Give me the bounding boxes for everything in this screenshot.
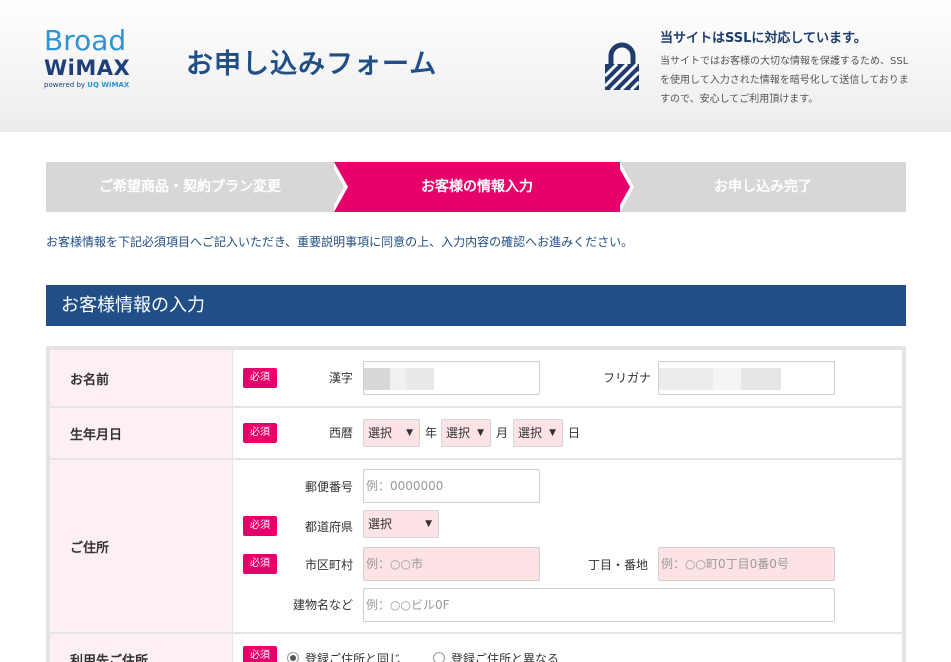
dropdown-arrow-icon: ▼ (425, 519, 432, 529)
name-kana-input[interactable] (658, 361, 835, 395)
ssl-description: 当サイトではお客様の大切な情報を保護するため、SSLを使用して入力された情報を暗… (660, 56, 909, 105)
city-placeholder: 例：○○市 (366, 557, 423, 571)
redacted-text (390, 368, 406, 390)
step-label: ご希望商品・契約プラン変更 (99, 179, 281, 195)
era-label: 西暦 (328, 426, 353, 440)
select-value: 選択 (518, 426, 543, 440)
site-header: Broad WiMAX powered by UQ WiMAX お申し込みフォー… (0, 0, 951, 132)
postal-label: 郵便番号 (304, 480, 353, 494)
lock-icon (603, 42, 641, 92)
progress-steps: ご希望商品・契約プラン変更 お客様の情報入力 お申し込み完了 (46, 162, 906, 212)
radio-label-same[interactable]: 登録ご住所と同じ (305, 650, 401, 662)
step-arrow (616, 162, 630, 212)
kanji-label: 漢字 (328, 371, 353, 385)
kana-label: フリガナ (602, 371, 651, 385)
logo-powered-text: powered by (44, 81, 86, 89)
step-complete: お申し込み完了 (620, 162, 906, 212)
step-plan-change: ご希望商品・契約プラン変更 (46, 162, 334, 212)
step-customer-info: お客様の情報入力 (334, 162, 620, 212)
redacted-text (741, 368, 781, 390)
row-body-birthdate: 必須 西暦 選択 ▼ 年 選択 ▼ 月 選択 ▼ 日 (233, 408, 902, 458)
city-label: 市区町村 (304, 558, 353, 572)
broad-wimax-logo[interactable]: Broad WiMAX powered by UQ WiMAX (44, 26, 154, 98)
step-arrow (330, 162, 344, 212)
row-head-address: ご住所 (50, 460, 232, 632)
dropdown-arrow-icon: ▼ (477, 428, 484, 438)
form-row-birthdate: 生年月日 必須 西暦 選択 ▼ 年 選択 ▼ 月 選択 ▼ 日 (50, 408, 902, 458)
row-body-address: 郵便番号 例：0000000 必須 都道府県 選択 ▼ 必須 市区町村 例：○○… (233, 460, 902, 632)
birth-day-select[interactable]: 選択 ▼ (513, 419, 563, 447)
building-placeholder: 例：○○ビル0F (366, 598, 450, 612)
section-title: お客様情報の入力 (46, 285, 906, 326)
year-unit: 年 (425, 426, 438, 440)
row-body-use-address: 必須 登録ご住所と同じ 登録ご住所と異なる (233, 634, 902, 662)
form-row-name: お名前 必須 漢字 フリガナ (50, 350, 902, 406)
month-unit: 月 (496, 426, 509, 440)
row-head-use-address: 利用先ご住所 (50, 634, 232, 662)
block-input[interactable]: 例：○○町0丁目0番0号 (658, 547, 835, 581)
page-title: お申し込みフォーム (186, 49, 438, 80)
logo-wimax-text: WiMAX (44, 56, 131, 80)
prefecture-select[interactable]: 選択 ▼ (363, 510, 439, 538)
step-label: お客様の情報入力 (421, 179, 533, 195)
redacted-text (364, 368, 390, 390)
redacted-text (406, 368, 434, 390)
day-unit: 日 (568, 426, 581, 440)
logo-powered-brand: UQ WiMAX (87, 81, 130, 89)
row-head-birthdate: 生年月日 (50, 408, 232, 458)
postal-code-input[interactable]: 例：0000000 (363, 469, 540, 503)
redacted-text (659, 368, 713, 390)
radio-label-different[interactable]: 登録ご住所と異なる (451, 650, 559, 662)
postal-placeholder: 例：0000000 (366, 479, 444, 493)
row-head-name: お名前 (50, 350, 232, 406)
radio-same-address[interactable] (287, 652, 299, 662)
form-row-use-address: 利用先ご住所 必須 登録ご住所と同じ 登録ご住所と異なる (50, 634, 902, 662)
prefecture-label: 都道府県 (304, 520, 353, 534)
required-badge: 必須 (243, 368, 277, 388)
logo-powered-by: powered by UQ WiMAX (44, 81, 154, 89)
select-value: 選択 (368, 517, 393, 531)
dropdown-arrow-icon: ▼ (549, 428, 556, 438)
building-label: 建物名など (292, 598, 353, 612)
select-value: 選択 (368, 426, 393, 440)
building-input[interactable]: 例：○○ビル0F (363, 588, 835, 622)
name-kanji-input[interactable] (363, 361, 540, 395)
dropdown-arrow-icon: ▼ (406, 428, 413, 438)
customer-form: お名前 必須 漢字 フリガナ 生年月日 必須 西暦 選択 ▼ 年 選択 ▼ 月 … (46, 346, 906, 662)
birth-year-select[interactable]: 選択 ▼ (363, 419, 420, 447)
block-placeholder: 例：○○町0丁目0番0号 (661, 557, 789, 571)
row-body-name: 必須 漢字 フリガナ (233, 350, 902, 406)
form-row-address: ご住所 郵便番号 例：0000000 必須 都道府県 選択 ▼ 必須 市区町村 … (50, 460, 902, 632)
required-badge: 必須 (243, 423, 277, 443)
intro-text: お客様情報を下記必須項目へご記入いただき、重要説明事項に同意の上、入力内容の確認… (46, 235, 634, 249)
logo-broad-text: Broad (44, 24, 127, 57)
ssl-title: 当サイトはSSLに対応しています。 (660, 31, 867, 46)
step-label: お申し込み完了 (714, 179, 812, 195)
required-badge: 必須 (243, 646, 277, 662)
city-input[interactable]: 例：○○市 (363, 547, 540, 581)
radio-different-address[interactable] (433, 652, 445, 662)
birth-month-select[interactable]: 選択 ▼ (441, 419, 491, 447)
required-badge: 必須 (243, 516, 277, 536)
select-value: 選択 (446, 426, 471, 440)
redacted-text (713, 368, 741, 390)
required-badge: 必須 (243, 554, 277, 574)
block-label: 丁目・番地 (587, 558, 648, 572)
